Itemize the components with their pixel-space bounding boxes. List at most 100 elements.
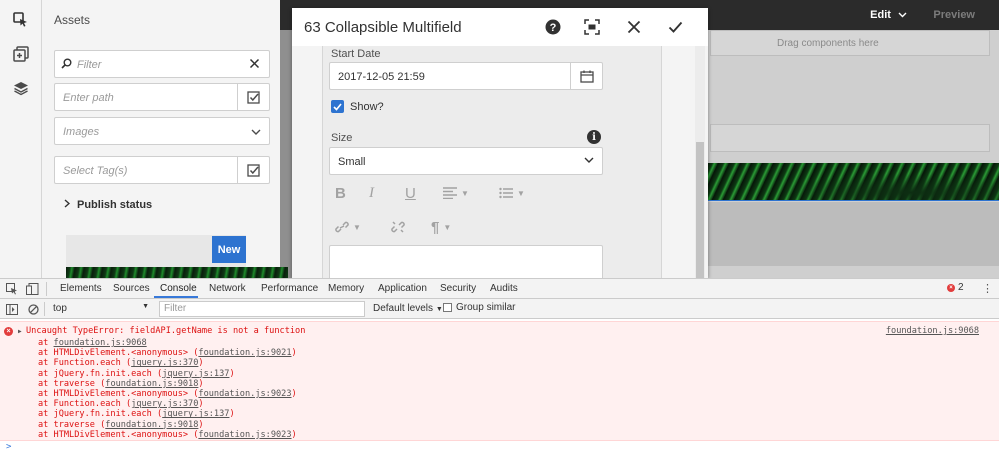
stack-frame-link[interactable]: jquery.js:137 xyxy=(162,409,229,419)
stack-frame-link[interactable]: jquery.js:137 xyxy=(162,369,229,379)
clear-console-icon[interactable] xyxy=(25,301,41,317)
sidebar-toggle-icon[interactable] xyxy=(4,301,20,317)
error-counter[interactable]: × 2 xyxy=(947,282,964,293)
stack-frame-suffix: ) xyxy=(291,429,297,440)
calendar-button[interactable] xyxy=(570,63,602,89)
help-icon[interactable]: ? xyxy=(542,16,564,38)
tab-memory[interactable]: Memory xyxy=(328,283,364,294)
context-select[interactable]: top ▼ xyxy=(47,301,151,316)
scrollbar-thumb[interactable] xyxy=(696,142,704,278)
start-date-label: Start Date xyxy=(331,48,381,60)
error-count-value: 2 xyxy=(958,282,964,293)
asset-type-select[interactable]: Images xyxy=(54,117,270,145)
unlink-icon[interactable] xyxy=(391,221,405,233)
stack-frame-link[interactable]: jquery.js:370 xyxy=(131,358,198,368)
expand-triangle-icon[interactable]: ▶ xyxy=(18,328,22,335)
group-similar-checkbox[interactable]: Group similar xyxy=(443,302,515,313)
bold-icon[interactable]: B xyxy=(335,185,346,202)
start-date-input[interactable]: 2017-12-05 21:59 xyxy=(329,62,603,90)
stack-frame-link[interactable]: jquery.js:370 xyxy=(131,399,198,409)
component-dialog: 63 Collapsible Multifield ? Start Date 2… xyxy=(292,8,708,278)
stack-frame-link[interactable]: foundation.js:9021 xyxy=(198,348,291,358)
tab-network[interactable]: Network xyxy=(209,283,246,294)
stack-frame-suffix: ) xyxy=(198,399,204,410)
stack-frame-text: at HTMLDivElement.<anonymous> ( xyxy=(38,429,199,440)
paragraph-format-icon[interactable]: ¶ ▼ xyxy=(431,219,451,236)
path-picker-button[interactable] xyxy=(237,84,269,110)
console-filter-input[interactable]: Filter xyxy=(159,301,365,317)
italic-icon[interactable]: I xyxy=(369,185,374,202)
active-tab-indicator xyxy=(154,296,198,298)
tab-security[interactable]: Security xyxy=(440,283,476,294)
path-placeholder: Enter path xyxy=(63,92,114,104)
assets-finder-icon[interactable] xyxy=(11,10,31,30)
dropdown-arrow-icon: ▼ xyxy=(435,306,443,313)
tab-elements[interactable]: Elements xyxy=(60,283,102,294)
checkbox-unchecked-icon[interactable] xyxy=(443,303,452,312)
size-select[interactable]: Small xyxy=(329,147,603,175)
underline-icon[interactable]: U xyxy=(405,185,416,202)
console-prompt[interactable]: > xyxy=(6,442,11,452)
svg-text:?: ? xyxy=(550,22,557,34)
devtools-tabbar: Elements Sources Console Network Perform… xyxy=(0,279,999,299)
tab-sources[interactable]: Sources xyxy=(113,283,150,294)
tags-input[interactable]: Select Tag(s) xyxy=(54,156,270,184)
preview-button[interactable]: Preview xyxy=(933,9,975,21)
tab-console[interactable]: Console xyxy=(160,283,197,294)
asset-thumbnail[interactable] xyxy=(66,267,288,278)
info-icon[interactable]: i xyxy=(587,130,601,144)
stack-frame-suffix: ) xyxy=(291,348,297,359)
asset-filter-input[interactable]: Filter xyxy=(54,50,270,78)
rich-text-editor[interactable] xyxy=(329,245,603,278)
stack-frame-link[interactable]: foundation.js:9068 xyxy=(54,338,147,348)
chevron-down-icon: ▼ xyxy=(353,222,361,232)
content-tree-icon[interactable] xyxy=(11,78,31,98)
link-icon[interactable]: ▼ xyxy=(335,221,361,233)
fullscreen-icon[interactable] xyxy=(581,16,603,38)
stack-frame-link[interactable]: foundation.js:9023 xyxy=(198,430,291,440)
canvas-region xyxy=(707,202,999,266)
justify-icon[interactable]: ▼ xyxy=(443,187,469,199)
devtools-panel: Elements Sources Console Network Perform… xyxy=(0,278,999,452)
clear-icon[interactable] xyxy=(249,58,260,72)
list-icon[interactable]: ▼ xyxy=(499,187,525,199)
device-toolbar-icon[interactable] xyxy=(24,281,40,297)
chevron-down-icon: ▼ xyxy=(443,223,452,232)
component-placeholder[interactable] xyxy=(710,124,990,152)
dialog-scrollbar[interactable] xyxy=(695,46,705,278)
publish-status-toggle[interactable]: Publish status xyxy=(64,199,152,211)
log-levels-label: Default levels xyxy=(373,303,434,314)
stack-frame-suffix: ) xyxy=(198,419,204,430)
stack-frame-text: at HTMLDivElement.<anonymous> ( xyxy=(38,389,199,399)
checkbox-checked-icon[interactable] xyxy=(331,100,344,113)
inspect-element-icon[interactable] xyxy=(4,281,20,297)
close-icon[interactable] xyxy=(623,16,645,38)
dialog-header: 63 Collapsible Multifield ? xyxy=(292,8,708,46)
tab-audits[interactable]: Audits xyxy=(490,283,518,294)
error-icon: × xyxy=(4,327,13,336)
tags-picker-button[interactable] xyxy=(237,157,269,183)
component-dropzone[interactable]: Drag components here xyxy=(710,30,990,56)
stack-frame-link[interactable]: foundation.js:9018 xyxy=(105,379,198,389)
stack-frame-suffix: ) xyxy=(198,378,204,389)
error-source-link[interactable]: foundation.js:9068 xyxy=(886,326,979,336)
tab-application[interactable]: Application xyxy=(378,283,427,294)
divider xyxy=(46,282,47,296)
show-checkbox[interactable]: Show? xyxy=(331,100,384,113)
stack-frame-link[interactable]: foundation.js:9018 xyxy=(105,420,198,430)
components-icon[interactable] xyxy=(11,44,31,64)
tab-performance[interactable]: Performance xyxy=(261,283,318,294)
dialog-body: Start Date 2017-12-05 21:59 Show? Size i xyxy=(292,46,708,278)
edit-mode-button[interactable]: Edit xyxy=(870,9,907,21)
stack-frame-link[interactable]: foundation.js:9023 xyxy=(198,389,291,399)
path-input[interactable]: Enter path xyxy=(54,83,270,111)
page-editor: Assets Filter Enter path Images Select T… xyxy=(0,0,999,278)
stack-frame-suffix: ) xyxy=(198,358,204,369)
size-value: Small xyxy=(338,156,366,168)
checkbox-select-icon xyxy=(247,163,260,177)
done-checkmark-icon[interactable] xyxy=(664,16,686,38)
log-levels-select[interactable]: Default levels ▼ xyxy=(373,303,443,314)
banner-image[interactable] xyxy=(707,163,999,201)
stack-frame-text: at Function.each ( xyxy=(38,358,132,369)
more-options-icon[interactable]: ⋮ xyxy=(982,282,993,295)
